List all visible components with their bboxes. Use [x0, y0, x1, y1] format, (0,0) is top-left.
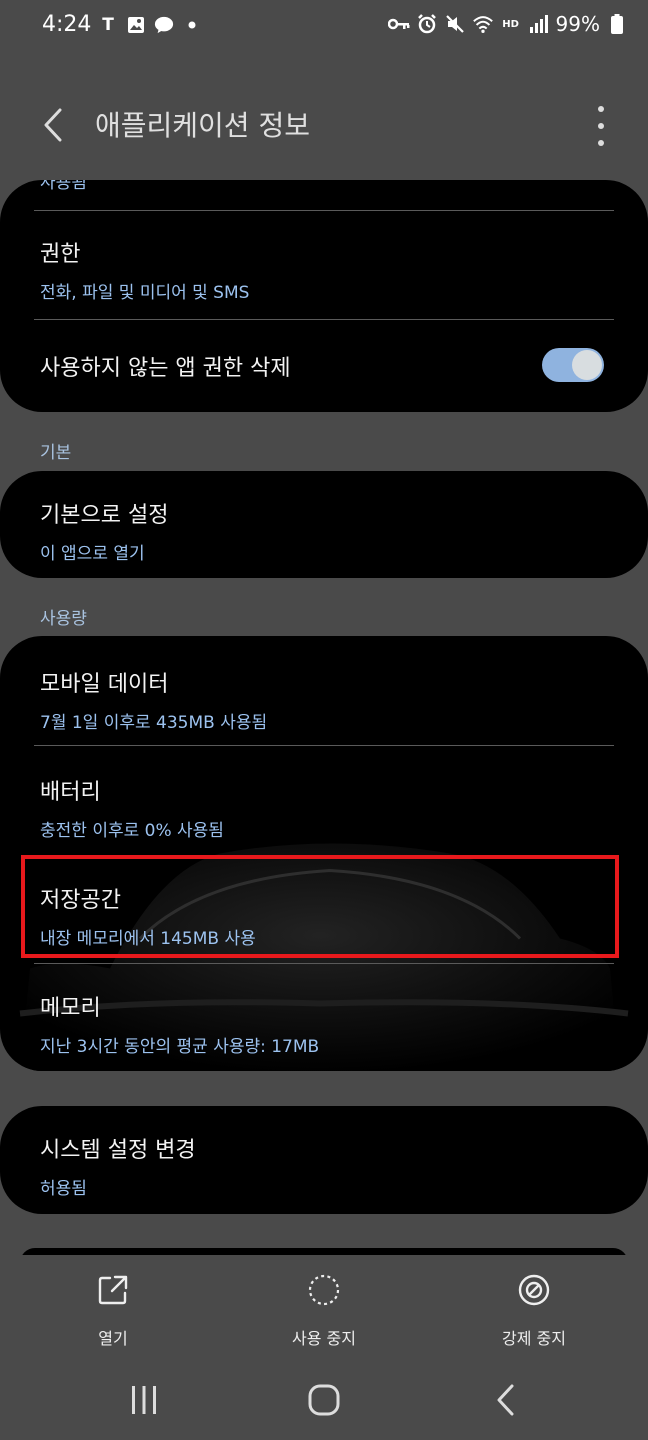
app-bar: 애플리케이션 정보 [0, 90, 648, 160]
divider [34, 745, 614, 746]
highlight-box [21, 855, 619, 958]
divider [34, 319, 614, 320]
more-dot-icon [598, 106, 604, 112]
status-bar: 4:24 T HD 99% [0, 0, 648, 56]
force-stop-label: 강제 중지 [502, 1329, 566, 1348]
default-card: 기본으로 설정 이 앱으로 열기 [0, 471, 648, 578]
signal-icon [528, 14, 550, 34]
gallery-icon [126, 15, 146, 35]
mobile-data-subtitle: 7월 1일 이후로 435MB 사용됨 [40, 713, 268, 733]
memory-title: 메모리 [40, 996, 101, 1021]
mute-icon [444, 14, 466, 34]
more-dot-icon [598, 140, 604, 146]
t-icon: T [102, 15, 114, 35]
mobile-data-item[interactable]: 모바일 데이터 7월 1일 이후로 435MB 사용됨 [40, 666, 608, 733]
disable-button[interactable]: 사용 중지 [254, 1273, 394, 1349]
disable-circle-icon [308, 1274, 340, 1306]
alarm-icon [416, 14, 438, 34]
battery-title: 배터리 [40, 780, 101, 805]
open-button[interactable]: 열기 [43, 1273, 183, 1349]
memory-subtitle: 지난 3시간 동안의 평균 사용량: 17MB [40, 1037, 320, 1057]
recent-apps-button[interactable] [124, 1380, 164, 1420]
section-label-usage: 사용량 [40, 609, 87, 629]
set-as-default-title: 기본으로 설정 [40, 503, 169, 528]
partial-item-subtitle: 사용됨 [40, 180, 87, 193]
memory-item[interactable]: 메모리 지난 3시간 동안의 평균 사용량: 17MB [40, 990, 608, 1057]
remove-unused-permissions-item[interactable]: 사용하지 않는 앱 권한 삭제 [40, 350, 508, 382]
permissions-card: 사용됨 권한 전화, 파일 및 미디어 및 SMS 사용하지 않는 앱 권한 삭… [0, 180, 648, 412]
divider [34, 210, 614, 211]
dot-icon [182, 15, 202, 35]
remove-unused-permissions-toggle[interactable] [542, 348, 604, 382]
system-back-button[interactable] [486, 1380, 526, 1420]
system-navigation-bar [0, 1360, 648, 1440]
open-external-icon [98, 1275, 128, 1305]
open-label: 열기 [98, 1329, 128, 1348]
force-stop-icon [518, 1274, 550, 1306]
section-label-default: 기본 [40, 443, 72, 463]
force-stop-button[interactable]: 강제 중지 [464, 1273, 604, 1349]
set-as-default-subtitle: 이 앱으로 열기 [40, 544, 145, 564]
status-time: 4:24 [42, 12, 92, 37]
status-left-icons: T [98, 15, 202, 35]
battery-percent: 99% [555, 12, 600, 36]
more-options-button[interactable] [592, 106, 610, 146]
usage-card: 모바일 데이터 7월 1일 이후로 435MB 사용됨 배터리 충전한 이후로 … [0, 636, 648, 1071]
home-button[interactable] [304, 1380, 344, 1420]
permissions-item[interactable]: 권한 전화, 파일 및 미디어 및 SMS [40, 236, 608, 303]
wifi-icon [472, 14, 494, 34]
modify-system-settings-title: 시스템 설정 변경 [40, 1138, 196, 1163]
system-settings-card: 시스템 설정 변경 허용됨 [0, 1106, 648, 1214]
modify-system-settings-subtitle: 허용됨 [40, 1179, 87, 1199]
toggle-knob [572, 350, 602, 380]
battery-item[interactable]: 배터리 충전한 이후로 0% 사용됨 [40, 774, 608, 841]
bottom-action-bar: 열기 사용 중지 강제 중지 [0, 1255, 648, 1355]
permissions-title: 권한 [40, 242, 81, 267]
status-right-icons: HD 99% [387, 12, 628, 36]
recent-apps-icon [132, 1386, 156, 1414]
more-dot-icon [598, 123, 604, 129]
chevron-left-icon [44, 108, 62, 142]
disable-label: 사용 중지 [292, 1329, 356, 1348]
remove-unused-permissions-title: 사용하지 않는 앱 권한 삭제 [40, 356, 291, 381]
key-icon [387, 14, 410, 34]
modify-system-settings-item[interactable]: 시스템 설정 변경 허용됨 [40, 1132, 608, 1199]
set-as-default-item[interactable]: 기본으로 설정 이 앱으로 열기 [40, 497, 608, 564]
divider [34, 963, 614, 964]
page-title: 애플리케이션 정보 [95, 109, 310, 142]
battery-icon [606, 14, 628, 34]
home-icon [308, 1384, 340, 1416]
talk-icon [154, 15, 174, 35]
mobile-data-title: 모바일 데이터 [40, 672, 169, 697]
battery-subtitle: 충전한 이후로 0% 사용됨 [40, 821, 224, 841]
hd-voice-icon: HD [502, 18, 519, 30]
back-button[interactable] [38, 104, 72, 146]
back-icon [497, 1384, 514, 1416]
permissions-subtitle: 전화, 파일 및 미디어 및 SMS [40, 283, 250, 303]
